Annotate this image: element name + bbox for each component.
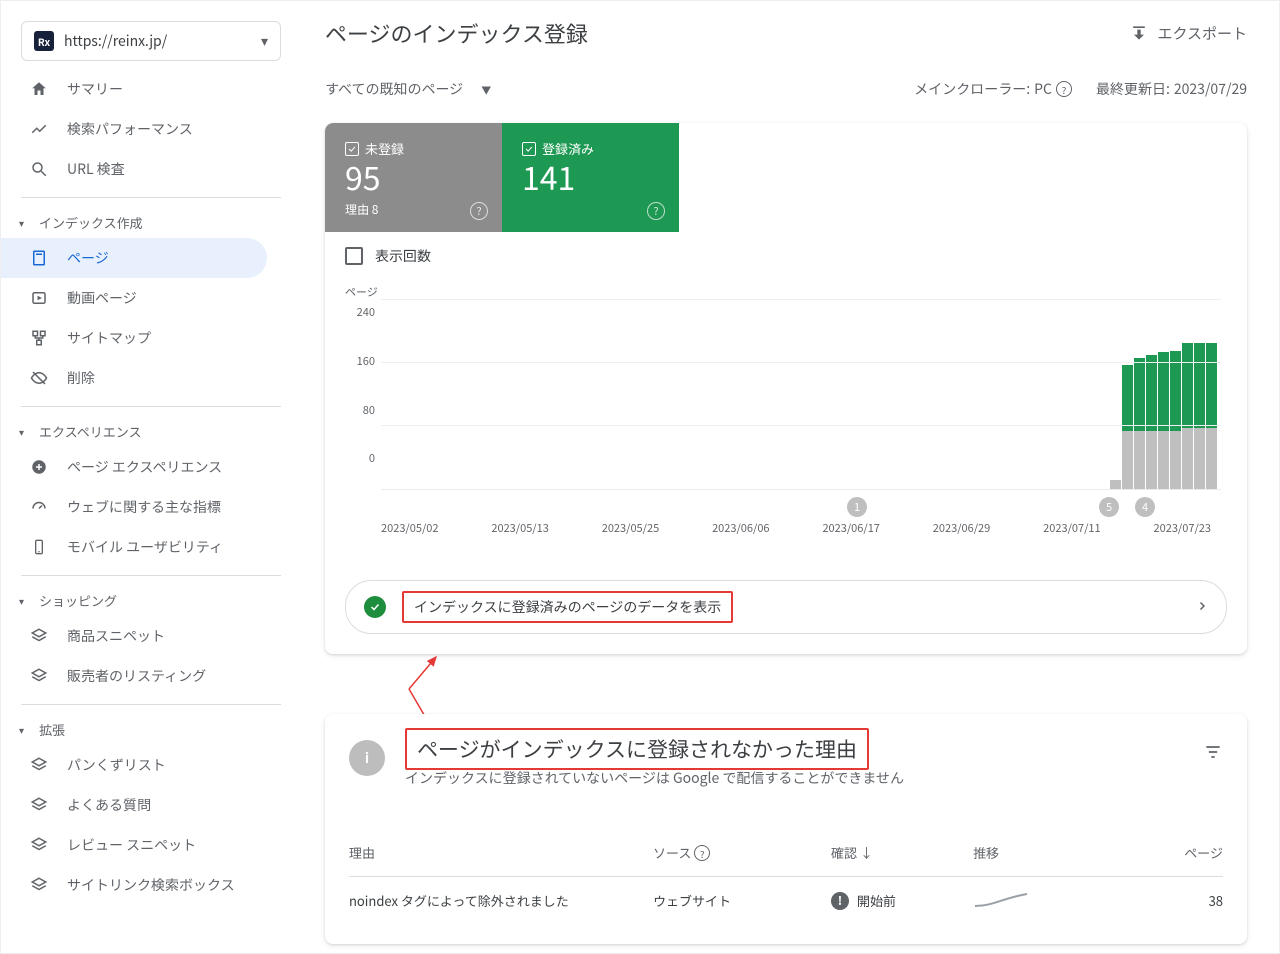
- export-button[interactable]: エクスポート: [1129, 23, 1247, 44]
- help-icon[interactable]: ?: [1056, 81, 1072, 97]
- chevron-down-icon: ▼: [481, 82, 491, 97]
- reasons-desc: インデックスに登録されていないページは Google で配信することができません: [405, 768, 904, 788]
- sidebar-item-url-inspect[interactable]: URL 検査: [1, 149, 267, 189]
- sidebar-group-indexing[interactable]: ▾ インデックス作成: [1, 206, 267, 238]
- sidebar: Rx https://reinx.jp/ ▾ サマリー 検索パフォーマンス: [1, 1, 301, 953]
- home-icon: [29, 80, 49, 98]
- layers-icon: [29, 836, 49, 854]
- col-reason: 理由: [349, 843, 637, 862]
- not-indexed-reasons: 理由 8: [345, 201, 482, 218]
- sidebar-item-product-snippets[interactable]: 商品スニペット: [1, 616, 267, 656]
- sort-down-icon: ↓: [860, 843, 873, 862]
- sidebar-item-merchant-listings[interactable]: 販売者のリスティング: [1, 656, 267, 696]
- tab-not-indexed[interactable]: 未登録 95 理由 8 ?: [325, 123, 502, 232]
- indexed-count: 141: [522, 160, 659, 195]
- sidebar-item-sitemaps[interactable]: サイトマップ: [1, 318, 267, 358]
- sidebar-item-pages[interactable]: ページ: [1, 238, 267, 278]
- tab-indexed[interactable]: 登録済み 141 ?: [502, 123, 679, 232]
- sidebar-item-breadcrumbs[interactable]: パンくずリスト: [1, 745, 267, 785]
- info-icon: i: [349, 740, 385, 776]
- page-icon: [29, 249, 49, 267]
- main: ページのインデックス登録 エクスポート すべての既知のページ ▼ メインクローラ…: [301, 1, 1279, 953]
- sidebar-item-label: 検索パフォーマンス: [67, 119, 193, 139]
- plus-circle-icon: [29, 458, 49, 476]
- sidebar-item-review-snippets[interactable]: レビュー スニペット: [1, 825, 267, 865]
- sidebar-item-removals[interactable]: 削除: [1, 358, 267, 398]
- layers-icon: [29, 667, 49, 685]
- reasons-title: ページがインデックスに登録されなかった理由: [405, 728, 869, 770]
- layers-icon: [29, 796, 49, 814]
- sidebar-item-label: サマリー: [67, 79, 123, 99]
- col-source: ソース ?: [653, 843, 815, 862]
- sidebar-item-video-pages[interactable]: 動画ページ: [1, 278, 267, 318]
- sidebar-item-mobile-usability[interactable]: モバイル ユーザビリティ: [1, 527, 267, 567]
- index-status-card: 未登録 95 理由 8 ? 登録済み 141 ? 表示回数: [325, 123, 1247, 654]
- chevron-down-icon: ▾: [19, 424, 31, 439]
- rowlink-text: インデックスに登録済みのページのデータを表示: [402, 591, 733, 623]
- help-icon[interactable]: ?: [694, 845, 710, 861]
- search-icon: [29, 160, 49, 178]
- index-trend-chart: ページ 240160800 154 2023/05/022023/05/1320…: [325, 280, 1247, 556]
- chevron-down-icon: ▾: [261, 31, 268, 51]
- chevron-right-icon: [1196, 597, 1208, 617]
- visibility-off-icon: [29, 369, 49, 387]
- layers-icon: [29, 756, 49, 774]
- sidebar-item-sitelinks-search[interactable]: サイトリンク検索ボックス: [1, 865, 267, 905]
- property-selector[interactable]: Rx https://reinx.jp/ ▾: [21, 21, 281, 61]
- speed-icon: [29, 498, 49, 516]
- sidebar-item-label: URL 検査: [67, 159, 125, 179]
- page-title: ページのインデックス登録: [325, 17, 588, 49]
- download-icon: [1129, 23, 1149, 43]
- col-check[interactable]: 確認 ↓: [831, 843, 957, 862]
- col-pages: ページ: [1151, 843, 1223, 862]
- help-icon[interactable]: ?: [647, 202, 665, 220]
- chevron-down-icon: ▾: [19, 593, 31, 608]
- filter-icon[interactable]: [1203, 742, 1223, 767]
- chevron-down-icon: ▾: [19, 722, 31, 737]
- sidebar-group-enhancements[interactable]: ▾ 拡張: [1, 713, 267, 745]
- page-filter-dropdown[interactable]: すべての既知のページ ▼: [325, 79, 491, 99]
- sidebar-item-page-experience[interactable]: ページ エクスペリエンス: [1, 447, 267, 487]
- video-icon: [29, 289, 49, 307]
- sparkline: [973, 890, 1135, 912]
- sidebar-group-shopping[interactable]: ▾ ショッピング: [1, 584, 267, 616]
- last-update-info: 最終更新日: 2023/07/29: [1096, 79, 1247, 99]
- property-url: https://reinx.jp/: [64, 31, 251, 51]
- sidebar-item-web-vitals[interactable]: ウェブに関する主な指標: [1, 487, 267, 527]
- chevron-down-icon: ▾: [19, 215, 31, 230]
- mobile-icon: [29, 538, 49, 556]
- table-row[interactable]: noindex タグによって除外されました ウェブサイト !開始前 38: [349, 876, 1223, 924]
- checkbox-icon: [345, 247, 363, 265]
- sidebar-item-performance[interactable]: 検索パフォーマンス: [1, 109, 267, 149]
- col-trend: 推移: [973, 843, 1135, 862]
- layers-icon: [29, 627, 49, 645]
- property-favicon: Rx: [34, 31, 54, 51]
- sidebar-item-faq[interactable]: よくある質問: [1, 785, 267, 825]
- sidebar-item-summary[interactable]: サマリー: [1, 69, 267, 109]
- reasons-table: 理由 ソース ? 確認 ↓ 推移 ページ noindex タグによって除外されま…: [349, 828, 1223, 924]
- layers-icon: [29, 876, 49, 894]
- status-icon: !: [831, 892, 849, 910]
- not-indexed-reasons-card: i ページがインデックスに登録されなかった理由 インデックスに登録されていないペ…: [325, 714, 1247, 944]
- view-indexed-data-link[interactable]: インデックスに登録済みのページのデータを表示: [345, 580, 1227, 634]
- main-crawler-info: メインクローラー: PC ?: [914, 79, 1072, 99]
- chart-line-icon: [29, 120, 49, 138]
- check-circle-icon: [364, 596, 386, 618]
- sitemap-icon: [29, 329, 49, 347]
- sidebar-group-experience[interactable]: ▾ エクスペリエンス: [1, 415, 267, 447]
- not-indexed-count: 95: [345, 160, 482, 195]
- help-icon[interactable]: ?: [470, 202, 488, 220]
- impressions-toggle[interactable]: 表示回数: [325, 232, 1247, 280]
